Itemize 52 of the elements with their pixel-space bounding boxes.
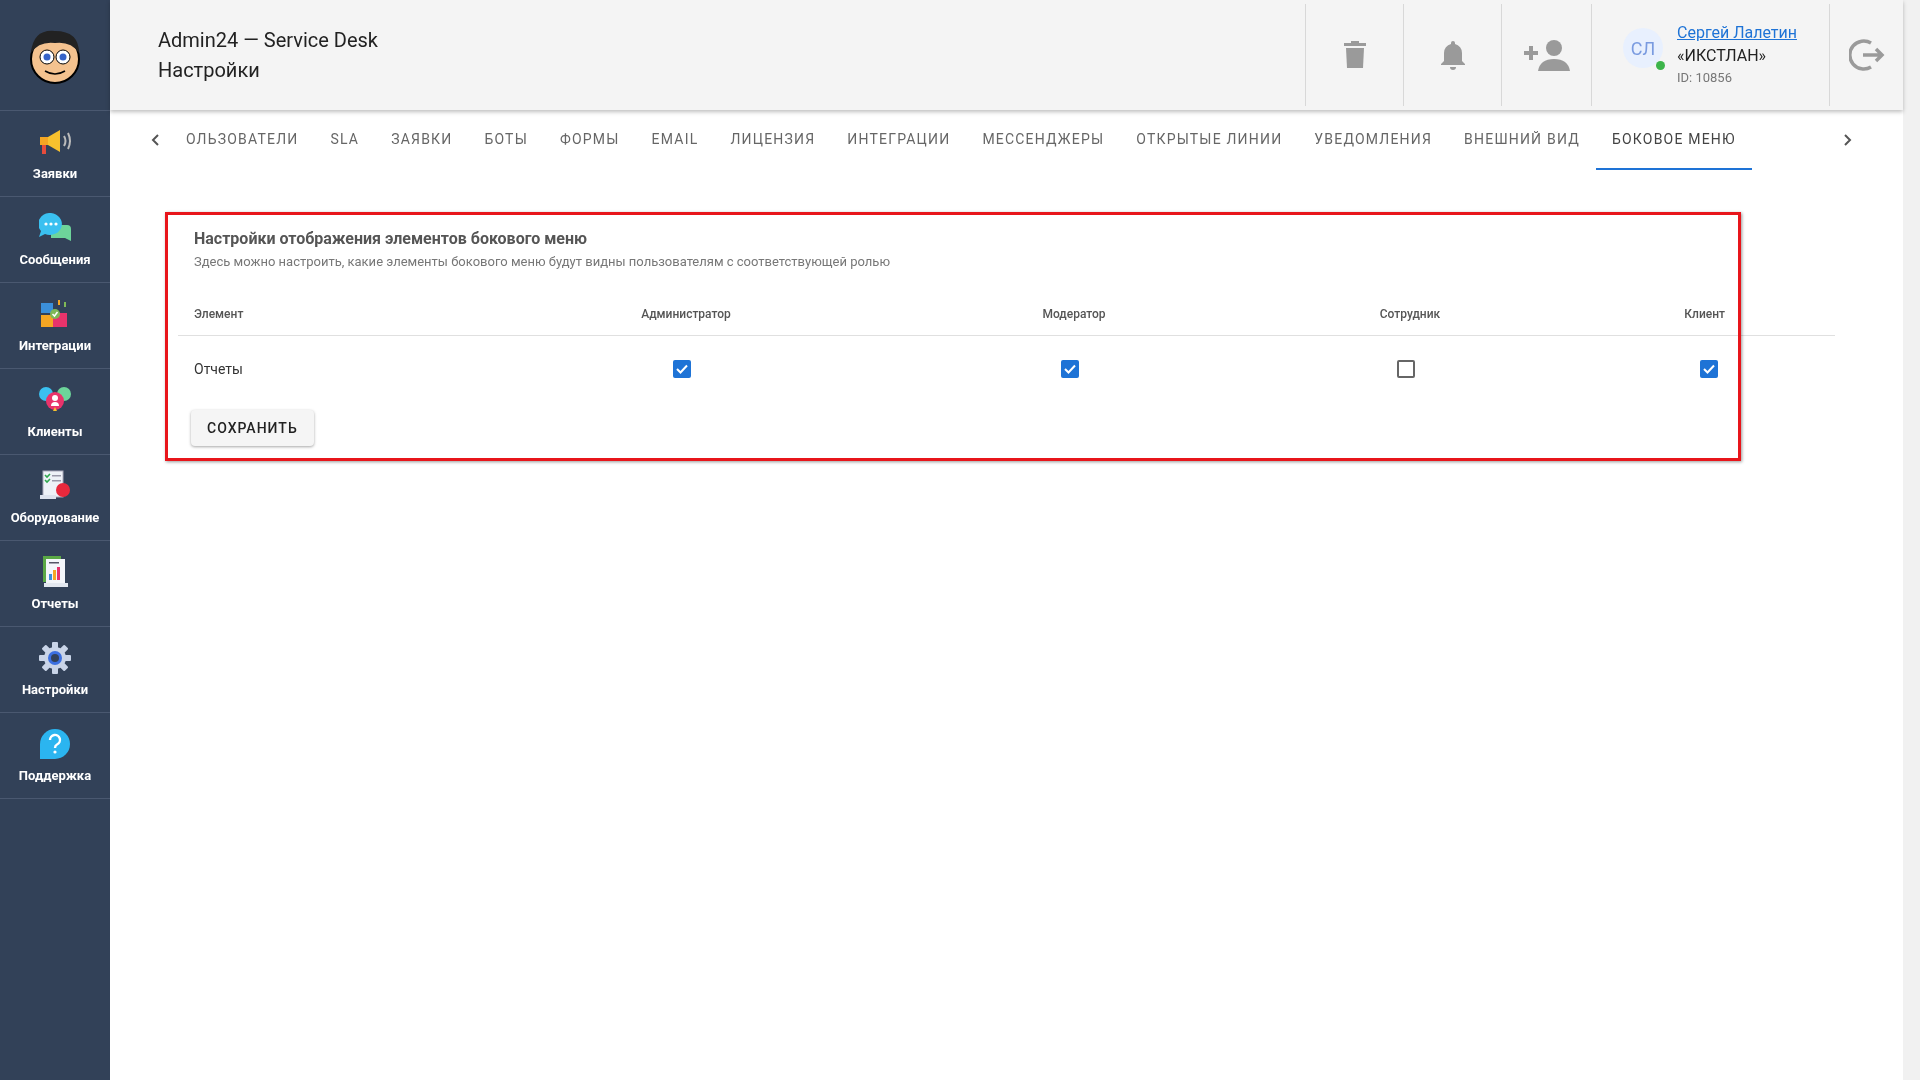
megaphone-icon [38, 128, 72, 155]
column-header: Клиент [1684, 306, 1725, 323]
checkbox[interactable] [1397, 360, 1415, 378]
tab[interactable]: БОКОВОЕ МЕНЮ [1595, 110, 1752, 170]
tab[interactable]: ФОРМЫ [544, 110, 636, 170]
tab[interactable]: МЕССЕНДЖЕРЫ [966, 110, 1121, 170]
tab[interactable]: ВНЕШНИЙ ВИД [1448, 110, 1596, 170]
help-icon [40, 728, 70, 759]
page-title: Настройки [158, 57, 261, 83]
sidebar-item[interactable]: Поддержка [0, 713, 110, 799]
column-header: Элемент [194, 306, 244, 323]
sidebar-item[interactable]: Отчеты [0, 541, 110, 627]
add-user-icon[interactable] [1523, 39, 1570, 71]
column-header: Администратор [641, 306, 731, 323]
tab[interactable]: EMAIL [635, 110, 715, 170]
tab[interactable]: ОЛЬЗОВАТЕЛИ [170, 110, 315, 170]
save-button[interactable]: СОХРАНИТЬ [191, 410, 314, 446]
logout-icon[interactable] [1848, 37, 1885, 73]
gear-icon [39, 641, 71, 674]
sidebar-item[interactable]: Настройки [0, 627, 110, 713]
checklist-icon [39, 469, 71, 502]
table-cell-text: Отчеты [194, 359, 243, 379]
panel-description: Здесь можно настроить, какие элементы бокового меню будут видны пользователям с соответствующей ролью [194, 253, 891, 271]
panel-title: Настройки отображения элементов бокового меню [194, 228, 589, 250]
people-icon [39, 385, 71, 414]
column-header: Модератор [1042, 306, 1106, 323]
tab[interactable]: ЛИЦЕНЗИЯ [714, 110, 832, 170]
report-icon [41, 555, 69, 588]
user-id: ID: 10856 [1677, 69, 1733, 87]
checkbox[interactable] [1061, 360, 1079, 378]
chevron-left-icon[interactable] [151, 134, 159, 146]
chat-bubbles-icon [39, 212, 71, 243]
tab[interactable]: SLA [314, 110, 376, 170]
sidebar-item[interactable]: Оборудование [0, 455, 110, 541]
tab[interactable]: ИНТЕГРАЦИИ [831, 110, 967, 170]
tab[interactable]: ЗАЯВКИ [375, 110, 469, 170]
checkbox[interactable] [673, 360, 691, 378]
app-title: Admin24 — Service Desk [158, 27, 379, 53]
sidebar-item[interactable]: Сообщения [0, 197, 110, 283]
tab[interactable]: УВЕДОМЛЕНИЯ [1298, 110, 1449, 170]
chevron-right-icon[interactable] [1844, 134, 1852, 146]
tab[interactable]: БОТЫ [468, 110, 544, 170]
column-header: Сотрудник [1379, 306, 1441, 323]
tab[interactable]: ОТКРЫТЫЕ ЛИНИИ [1120, 110, 1299, 170]
sidebar-item[interactable]: Интеграции [0, 283, 110, 369]
sidebar-item[interactable]: Заявки [0, 111, 110, 197]
sidebar-item[interactable]: Клиенты [0, 369, 110, 455]
bell-icon[interactable] [1438, 39, 1467, 71]
user-name-link[interactable]: Сергей Лалетин [1677, 22, 1797, 44]
company-name: «ИКСТЛАН» [1677, 45, 1768, 67]
checkbox[interactable] [1700, 360, 1718, 378]
trash-icon[interactable] [1343, 41, 1366, 69]
